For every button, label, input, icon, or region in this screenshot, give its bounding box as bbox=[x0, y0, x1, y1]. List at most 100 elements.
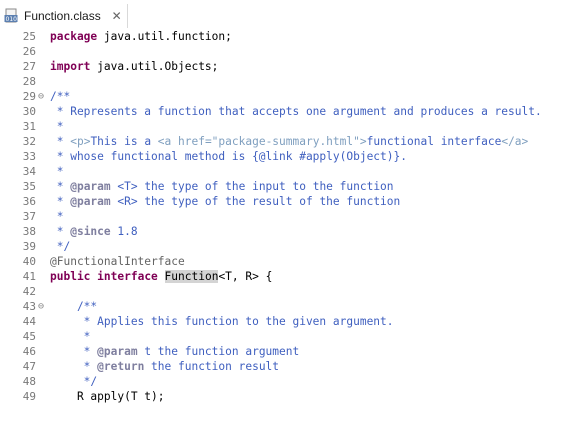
line-number: 47 bbox=[22, 360, 36, 373]
code-token: * bbox=[50, 360, 98, 373]
code-token: </a> bbox=[501, 135, 529, 148]
code-line[interactable]: 29 ⊖ /** bbox=[0, 89, 563, 104]
code-line[interactable]: 27 import java.util.Objects; bbox=[0, 59, 563, 74]
code-token: <R> the type of the result of the functi… bbox=[110, 195, 401, 208]
svg-text:010: 010 bbox=[6, 16, 18, 23]
code-editor[interactable]: 25 package java.util.function; 26 27 import … bbox=[0, 28, 563, 427]
code-token: * bbox=[50, 135, 71, 148]
code-line[interactable]: 44 * Applies this function to the given … bbox=[0, 314, 563, 329]
code-token: package bbox=[50, 30, 98, 43]
line-number: 35 bbox=[22, 180, 36, 193]
code-line[interactable]: 30 * Represents a function that accepts … bbox=[0, 104, 563, 119]
code-token: * bbox=[50, 165, 64, 178]
code-line[interactable]: 25 package java.util.function; bbox=[0, 29, 563, 44]
code-token: */ bbox=[50, 240, 71, 253]
code-token: @since bbox=[70, 225, 111, 238]
code-token: * bbox=[50, 345, 98, 358]
code-text: * @param <R> the type of the result of t… bbox=[50, 194, 401, 209]
line-number: 49 bbox=[22, 390, 36, 403]
code-line[interactable]: 45 * bbox=[0, 329, 563, 344]
code-line[interactable]: 39 */ bbox=[0, 239, 563, 254]
close-icon[interactable]: ✕ bbox=[111, 10, 123, 22]
code-token: @param bbox=[97, 345, 138, 358]
code-line[interactable]: 42 bbox=[0, 284, 563, 299]
code-line[interactable]: 31 * bbox=[0, 119, 563, 134]
code-token: /** bbox=[50, 300, 98, 313]
code-token: * bbox=[50, 195, 71, 208]
tab-function-class[interactable]: 010 Function.class ✕ bbox=[0, 4, 128, 28]
code-line[interactable]: 49 R apply(T t); bbox=[0, 389, 563, 404]
line-number: 48 bbox=[22, 375, 36, 388]
code-line[interactable]: 36 * @param <R> the type of the result o… bbox=[0, 194, 563, 209]
code-token: R apply(T t); bbox=[50, 390, 165, 403]
code-line[interactable]: 47 * @return the function result bbox=[0, 359, 563, 374]
line-number: 29 bbox=[22, 90, 36, 103]
code-token: * Represents a function that accepts one… bbox=[50, 105, 542, 118]
code-text: * bbox=[50, 329, 91, 344]
code-text: * @return the function result bbox=[50, 359, 279, 374]
code-line[interactable]: 33 * whose functional method is {@link #… bbox=[0, 149, 563, 164]
code-token: * bbox=[50, 225, 71, 238]
code-token: java.util.Objects; bbox=[90, 60, 219, 73]
code-line[interactable]: 35 * @param <T> the type of the input to… bbox=[0, 179, 563, 194]
code-line[interactable]: 48 */ bbox=[0, 374, 563, 389]
fold-toggle-icon[interactable]: ⊖ bbox=[36, 89, 46, 104]
code-token: * bbox=[50, 120, 64, 133]
code-token: * bbox=[50, 210, 64, 223]
code-text: * <p>This is a <a href="package-summary.… bbox=[50, 134, 529, 149]
code-text: * @param t the function argument bbox=[50, 344, 300, 359]
code-token: * bbox=[50, 330, 91, 343]
code-text: * @param <T> the type of the input to th… bbox=[50, 179, 394, 194]
class-file-icon: 010 bbox=[4, 8, 20, 24]
code-token: * whose functional method is {@link #app… bbox=[50, 150, 407, 163]
line-number: 46 bbox=[22, 345, 36, 358]
code-token: public bbox=[50, 270, 91, 283]
code-line[interactable]: 43 ⊖ /** bbox=[0, 299, 563, 314]
code-token: */ bbox=[50, 375, 98, 388]
code-token: @FunctionalInterface bbox=[50, 255, 185, 268]
code-text: * @since 1.8 bbox=[50, 224, 138, 239]
line-number: 30 bbox=[22, 105, 36, 118]
code-token: @return bbox=[97, 360, 145, 373]
tab-label: Function.class bbox=[24, 9, 101, 23]
editor-tab-bar: 010 Function.class ✕ bbox=[0, 0, 563, 29]
code-line[interactable]: 46 * @param t the function argument bbox=[0, 344, 563, 359]
line-number: 36 bbox=[22, 195, 36, 208]
line-number: 31 bbox=[22, 120, 36, 133]
code-token: interface bbox=[97, 270, 158, 283]
code-text: * bbox=[50, 209, 64, 224]
code-text: */ bbox=[50, 239, 70, 254]
code-token: @param bbox=[70, 180, 111, 193]
line-number: 25 bbox=[22, 30, 36, 43]
code-line[interactable]: 28 bbox=[0, 74, 563, 89]
line-number: 40 bbox=[22, 255, 36, 268]
fold-toggle-icon[interactable]: ⊖ bbox=[36, 299, 46, 314]
code-token: @param bbox=[70, 195, 111, 208]
code-token: 1.8 bbox=[110, 225, 138, 238]
line-number: 34 bbox=[22, 165, 36, 178]
code-line[interactable]: 38 * @since 1.8 bbox=[0, 224, 563, 239]
code-text: */ bbox=[50, 374, 97, 389]
code-text: * Applies this function to the given arg… bbox=[50, 314, 394, 329]
code-token: t the function argument bbox=[137, 345, 300, 358]
code-token: <T> the type of the input to the functio… bbox=[110, 180, 394, 193]
code-token: import bbox=[50, 60, 91, 73]
code-text: * Represents a function that accepts one… bbox=[50, 104, 542, 119]
code-token: * bbox=[50, 180, 71, 193]
code-token: /** bbox=[50, 90, 71, 103]
code-line[interactable]: 34 * bbox=[0, 164, 563, 179]
code-text: import java.util.Objects; bbox=[50, 59, 218, 74]
code-line[interactable]: 41 public interface Function<T, R> { bbox=[0, 269, 563, 284]
line-number: 27 bbox=[22, 60, 36, 73]
line-number: 41 bbox=[22, 270, 36, 283]
code-text: /** bbox=[50, 89, 70, 104]
code-token: java.util.function; bbox=[97, 30, 232, 43]
code-line[interactable]: 37 * bbox=[0, 209, 563, 224]
code-line[interactable]: 32 * <p>This is a <a href="package-summa… bbox=[0, 134, 563, 149]
code-text: * bbox=[50, 119, 64, 134]
line-number: 37 bbox=[22, 210, 36, 223]
code-text: /** bbox=[50, 299, 97, 314]
line-number: 33 bbox=[22, 150, 36, 163]
code-line[interactable]: 40 @FunctionalInterface bbox=[0, 254, 563, 269]
code-line[interactable]: 26 bbox=[0, 44, 563, 59]
